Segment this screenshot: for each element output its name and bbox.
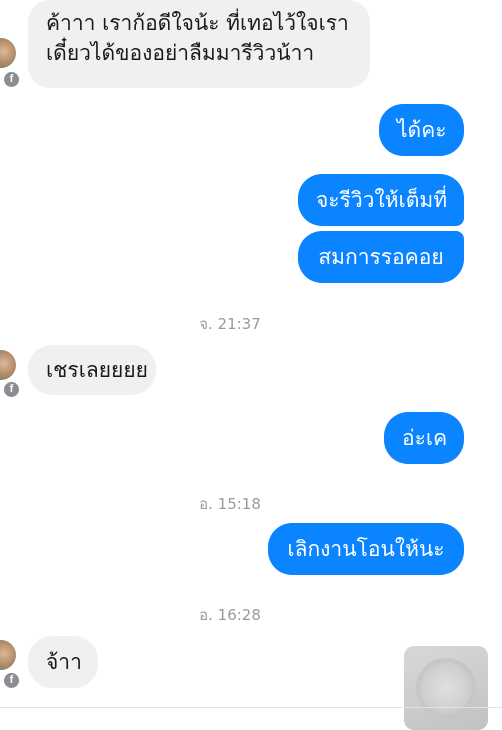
message-timestamp: จ. 21:37 bbox=[199, 315, 261, 333]
message-text-line: ค้าาา เราก้อดีใจน้ะ ที่เทอไว้ใจเรา bbox=[46, 11, 349, 35]
contact-avatar[interactable] bbox=[0, 640, 16, 670]
composer-divider bbox=[0, 707, 502, 708]
facebook-badge-icon: f bbox=[2, 671, 21, 690]
contact-avatar[interactable] bbox=[0, 350, 16, 380]
incoming-message[interactable]: จ้าา bbox=[28, 636, 98, 688]
outgoing-message[interactable]: อ่ะเค bbox=[384, 412, 464, 464]
outgoing-message[interactable]: เลิกงานโอนให้นะ bbox=[268, 523, 464, 575]
incoming-message[interactable]: ค้าาา เราก้อดีใจน้ะ ที่เทอไว้ใจเรา เดี๋ย… bbox=[28, 0, 370, 88]
chat-thread: f ค้าาา เราก้อดีใจน้ะ ที่เทอไว้ใจเรา เดี… bbox=[0, 0, 502, 730]
outgoing-message[interactable]: จะรีวิวให้เต็มที่ bbox=[298, 174, 464, 226]
message-timestamp: อ. 16:28 bbox=[199, 606, 261, 624]
media-thumbnail[interactable] bbox=[404, 646, 488, 730]
message-text-line: เดี๋ยวได้ของอย่าลืมมารีวิวน้าา bbox=[46, 41, 315, 65]
contact-avatar[interactable] bbox=[0, 38, 16, 68]
facebook-badge-icon: f bbox=[2, 380, 21, 399]
message-timestamp: อ. 15:18 bbox=[199, 495, 261, 513]
outgoing-message[interactable]: ได้คะ bbox=[379, 104, 464, 156]
incoming-message[interactable]: เชรเลยยยย bbox=[28, 345, 156, 395]
outgoing-message[interactable]: สมการรอคอย bbox=[298, 231, 464, 283]
facebook-badge-icon: f bbox=[2, 70, 21, 89]
